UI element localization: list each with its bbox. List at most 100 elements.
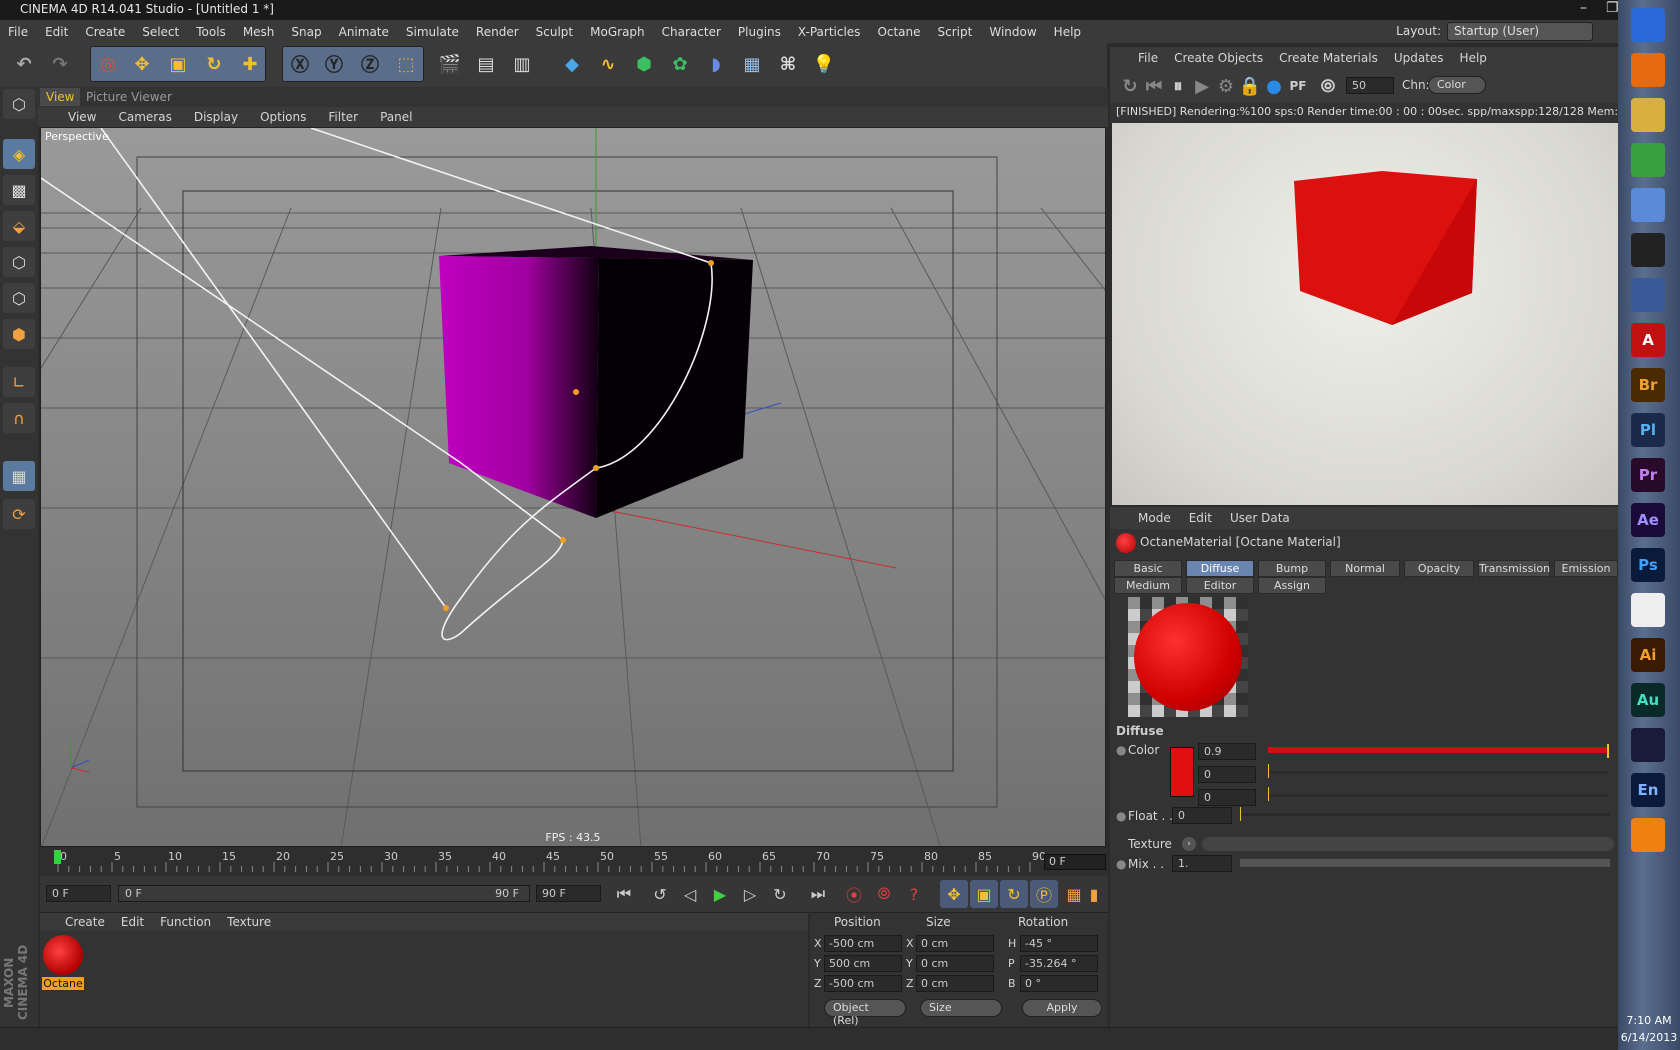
key-scale-icon[interactable]: ▣ xyxy=(970,880,998,908)
tab-assign[interactable]: Assign xyxy=(1258,577,1326,594)
pos-y-field[interactable]: 500 cm xyxy=(824,955,902,972)
array-icon[interactable]: ✿ xyxy=(664,48,696,80)
workplane-icon[interactable]: ⬙ xyxy=(3,211,35,241)
pos-x-field[interactable]: -500 cm xyxy=(824,935,902,952)
attr-menu-userdata[interactable]: User Data xyxy=(1230,511,1290,525)
color-b-field[interactable]: 0 xyxy=(1198,789,1256,806)
material-swatch-octane[interactable]: Octane xyxy=(42,935,84,993)
rv-menu-help[interactable]: Help xyxy=(1460,51,1487,65)
rot-h-field[interactable]: -45 ° xyxy=(1020,935,1098,952)
menu-help[interactable]: Help xyxy=(1054,25,1081,39)
tab-emission[interactable]: Emission xyxy=(1554,560,1618,577)
keyframe-selection-icon[interactable]: ? xyxy=(900,880,928,908)
key-rotation-icon[interactable]: ↻ xyxy=(1000,880,1028,908)
snap-icon[interactable]: ⟳ xyxy=(3,499,35,529)
float-field[interactable]: 0 xyxy=(1172,807,1232,824)
move-icon[interactable]: ✥ xyxy=(126,48,158,80)
texture-expand-icon[interactable]: › xyxy=(1182,837,1196,851)
menu-animate[interactable]: Animate xyxy=(339,25,389,39)
menu-character[interactable]: Character xyxy=(662,25,721,39)
prev-key-icon[interactable]: ↺ xyxy=(646,880,674,908)
edges-mode-icon[interactable]: ⬡ xyxy=(3,283,35,313)
menu-tools[interactable]: Tools xyxy=(196,25,226,39)
render-settings-icon[interactable]: ▥ xyxy=(506,48,538,80)
pick-icon[interactable]: ⦾ xyxy=(1312,70,1344,102)
points-mode-icon[interactable]: ⬡ xyxy=(3,247,35,277)
tab-bump[interactable]: Bump xyxy=(1258,560,1326,577)
go-to-start-icon[interactable]: ⏮ xyxy=(610,880,638,908)
light-icon[interactable]: 💡 xyxy=(808,48,840,80)
home-icon[interactable] xyxy=(1631,143,1665,177)
menu-snap[interactable]: Snap xyxy=(291,25,321,39)
magnet-icon[interactable]: ∩ xyxy=(3,403,35,433)
pf-icon[interactable]: PF xyxy=(1282,70,1314,102)
prev-frame-icon[interactable]: ◁ xyxy=(676,880,704,908)
axis-mode-icon[interactable]: ∟ xyxy=(3,367,35,397)
tab-diffuse[interactable]: Diffuse xyxy=(1186,560,1254,577)
zoom-field[interactable]: 50 xyxy=(1346,77,1394,94)
rot-b-field[interactable]: 0 ° xyxy=(1020,975,1098,992)
menu-mograph[interactable]: MoGraph xyxy=(590,25,645,39)
acrobat-icon[interactable]: A xyxy=(1631,323,1665,357)
vp-menu-options[interactable]: Options xyxy=(260,110,306,124)
make-editable-icon[interactable]: ⬡ xyxy=(3,89,35,119)
x-axis-icon[interactable]: Ⓧ xyxy=(284,48,316,80)
firefox-icon[interactable] xyxy=(1631,53,1665,87)
mat-menu-texture[interactable]: Texture xyxy=(227,915,271,929)
scale-icon[interactable]: ▣ xyxy=(162,48,194,80)
color-r-field[interactable]: 0.9 xyxy=(1198,743,1256,760)
tab-opacity[interactable]: Opacity xyxy=(1404,560,1474,577)
menu-octane[interactable]: Octane xyxy=(877,25,920,39)
vp-menu-display[interactable]: Display xyxy=(194,110,238,124)
undo-icon[interactable]: ↶ xyxy=(8,48,40,80)
rot-p-field[interactable]: -35.264 ° xyxy=(1020,955,1098,972)
perspective-viewport[interactable]: Perspective FPS : 43.5 xyxy=(40,127,1106,847)
live-selection-icon[interactable]: ◎ xyxy=(92,48,124,80)
tab-view[interactable]: View xyxy=(40,88,81,106)
play-icon[interactable]: ▶ xyxy=(706,880,734,908)
current-frame-field[interactable]: 0 F xyxy=(1044,854,1106,870)
size-z-field[interactable]: 0 cm xyxy=(916,975,994,992)
y-axis-icon[interactable]: Ⓨ xyxy=(318,48,350,80)
size-mode-dropdown[interactable]: Size xyxy=(920,999,1002,1017)
size-x-field[interactable]: 0 cm xyxy=(916,935,994,952)
menu-sculpt[interactable]: Sculpt xyxy=(536,25,573,39)
coord-mode-dropdown[interactable]: Object (Rel) xyxy=(824,999,906,1027)
z-axis-icon[interactable]: Ⓩ xyxy=(354,48,386,80)
mat-menu-edit[interactable]: Edit xyxy=(121,915,144,929)
aftereffects-icon[interactable]: Ae xyxy=(1631,503,1665,537)
color-wheel-icon[interactable] xyxy=(1631,593,1665,627)
menu-file[interactable]: File xyxy=(8,25,28,39)
menu-xparticles[interactable]: X-Particles xyxy=(798,25,861,39)
tab-basic[interactable]: Basic xyxy=(1114,560,1182,577)
go-to-end-icon[interactable]: ⏭ xyxy=(804,880,832,908)
texture-slot[interactable] xyxy=(1202,837,1614,851)
menu-simulate[interactable]: Simulate xyxy=(406,25,459,39)
vlc-icon[interactable] xyxy=(1631,818,1665,852)
encore-icon[interactable]: En xyxy=(1631,773,1665,807)
model-mode-icon[interactable]: ◈ xyxy=(3,139,35,169)
menu-mesh[interactable]: Mesh xyxy=(243,25,275,39)
photoshop-icon[interactable]: Ps xyxy=(1631,548,1665,582)
menu-plugins[interactable]: Plugins xyxy=(738,25,781,39)
menu-edit[interactable]: Edit xyxy=(45,25,68,39)
floor-icon[interactable]: ▦ xyxy=(736,48,768,80)
render-view-icon[interactable]: 🎬 xyxy=(434,48,466,80)
timeline[interactable]: 0 5 10 15 20 25 30 35 40 45 50 55 60 65 70 75 80 85 90 0 F xyxy=(40,848,1108,876)
scheme-icon[interactable]: ▮ xyxy=(1080,880,1108,908)
rv-menu-create-materials[interactable]: Create Materials xyxy=(1279,51,1378,65)
cube-icon[interactable]: ◆ xyxy=(556,48,588,80)
tab-normal[interactable]: Normal xyxy=(1330,560,1400,577)
illustrator-icon[interactable]: Ai xyxy=(1631,638,1665,672)
last-tool-icon[interactable]: ✚ xyxy=(234,48,266,80)
nurbs-icon[interactable]: ⬢ xyxy=(628,48,660,80)
workplane-lock-icon[interactable]: ▦ xyxy=(3,461,35,491)
tab-editor[interactable]: Editor xyxy=(1186,577,1254,594)
redo-icon[interactable]: ↷ xyxy=(44,48,76,80)
menu-window[interactable]: Window xyxy=(989,25,1036,39)
menu-select[interactable]: Select xyxy=(142,25,179,39)
webcam-icon[interactable] xyxy=(1631,233,1665,267)
menu-script[interactable]: Script xyxy=(938,25,973,39)
auto-key-icon[interactable]: ⦾ xyxy=(870,880,898,908)
vp-menu-cameras[interactable]: Cameras xyxy=(118,110,171,124)
